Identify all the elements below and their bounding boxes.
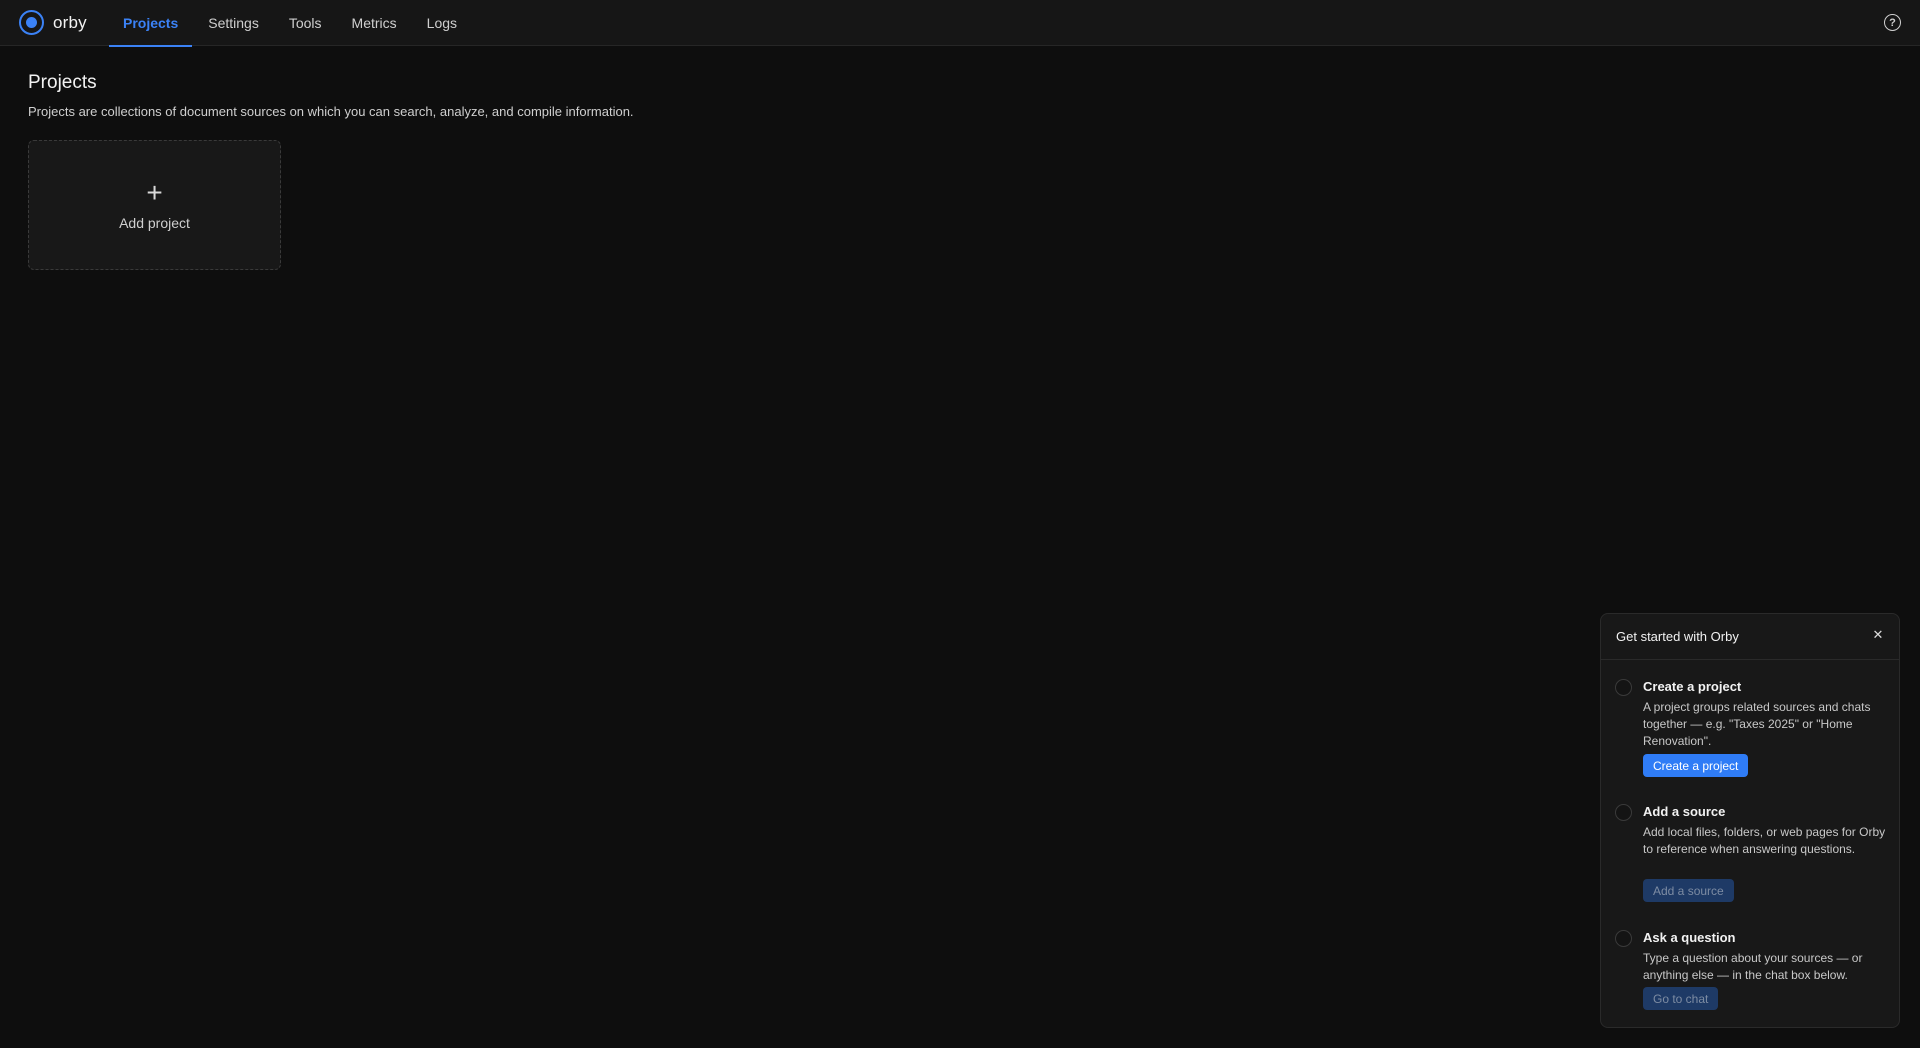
tab-projects[interactable]: Projects — [109, 0, 193, 47]
go-to-chat-button[interactable]: Go to chat — [1643, 987, 1719, 1010]
get-started-title: Get started with Orby — [1616, 629, 1739, 644]
step-checkbox[interactable] — [1615, 930, 1632, 947]
help-icon[interactable]: ? — [1884, 14, 1901, 31]
step-title: Ask a question — [1643, 930, 1736, 945]
add-project-card[interactable]: + Add project — [28, 140, 281, 270]
app-name: orby — [53, 12, 87, 32]
add-source-button[interactable]: Add a source — [1643, 879, 1734, 902]
close-icon[interactable]: ✕ — [1870, 627, 1886, 643]
step-checkbox[interactable] — [1615, 679, 1632, 696]
create-project-button[interactable]: Create a project — [1643, 754, 1749, 777]
get-started-header: Get started with Orby ✕ — [1601, 614, 1899, 660]
tab-settings[interactable]: Settings — [194, 0, 273, 46]
step-description: Add local files, folders, or web pages f… — [1643, 825, 1886, 856]
step-title: Add a source — [1643, 804, 1726, 819]
orby-logo-icon — [19, 10, 44, 35]
step-description: Type a question about your sources — or … — [1643, 951, 1863, 982]
get-started-panel: Get started with Orby ✕ Create a project… — [1600, 613, 1900, 1028]
add-project-label: Add project — [119, 215, 190, 231]
tab-logs[interactable]: Logs — [413, 0, 471, 46]
app-logo[interactable]: orby — [19, 10, 87, 35]
step-checkbox[interactable] — [1615, 804, 1632, 821]
page-title: Projects — [28, 72, 97, 93]
page-description: Projects are collections of document sou… — [28, 104, 634, 119]
tab-metrics[interactable]: Metrics — [338, 0, 411, 46]
step-title: Create a project — [1643, 679, 1742, 694]
main-nav: Projects Settings Tools Metrics Logs — [109, 0, 471, 47]
step-description: A project groups related sources and cha… — [1643, 700, 1871, 748]
plus-icon: + — [146, 177, 163, 208]
top-navigation-bar: orby Projects Settings Tools Metrics Log… — [0, 0, 1920, 47]
tab-tools[interactable]: Tools — [275, 0, 336, 46]
